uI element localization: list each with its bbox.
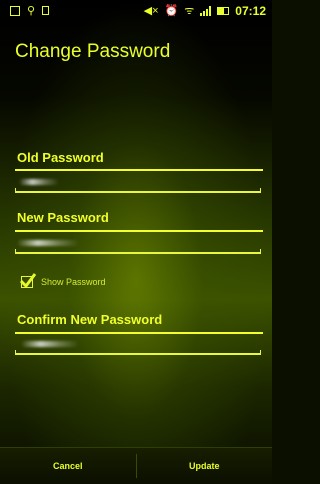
checkbox-box[interactable] [19,273,37,288]
old-password-field[interactable] [15,175,261,193]
battery-icon [217,6,230,15]
old-password-masked-value [19,179,59,185]
old-password-label: Old Password [17,150,104,165]
cancel-button[interactable]: Cancel [0,448,136,484]
wifi-icon: ᯤ [184,5,195,17]
confirm-password-masked-value [21,341,79,347]
old-password-divider [15,169,263,171]
phone-outline-icon [42,6,50,15]
page-title: Change Password [15,41,171,62]
confirm-password-divider [15,332,263,334]
signal-icon [200,5,212,16]
show-password-checkbox[interactable]: Show Password [19,273,106,288]
mute-icon: ◀× [143,5,159,17]
confirm-password-label: Confirm New Password [17,312,163,327]
checkmark-icon [19,273,37,288]
new-password-divider [15,230,263,232]
confirm-password-field[interactable] [15,337,261,355]
image-icon [10,5,20,16]
show-password-label: Show Password [41,277,106,287]
new-password-masked-value [17,240,79,246]
new-password-field[interactable] [15,236,261,254]
update-button[interactable]: Update [137,448,273,484]
app-screen: ⚲ ◀× ⏰ ᯤ 07:12 Change Password Old Passw… [0,0,272,484]
action-bar: Cancel Update [0,447,272,484]
status-bar: ⚲ ◀× ⏰ ᯤ 07:12 [0,0,272,24]
usb-icon: ⚲ [27,5,36,17]
clock: 07:12 [235,3,266,18]
new-password-label: New Password [17,210,109,225]
alarm-icon: ⏰ [164,5,179,17]
